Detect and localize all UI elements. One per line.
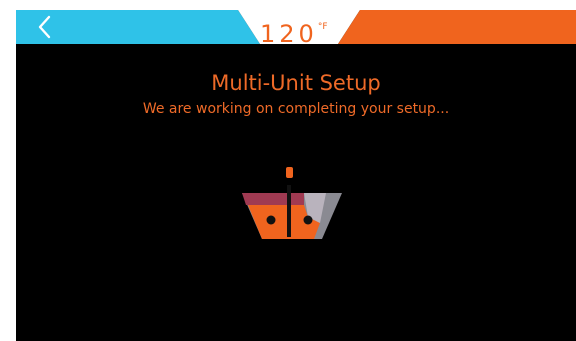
water-heater-tank-icon	[242, 167, 342, 239]
status-graphic	[242, 167, 346, 249]
status-message: We are working on completing your setup.…	[142, 101, 450, 117]
temperature-unit: °F	[317, 22, 328, 32]
device-screen: 120 °F Multi-Unit Setup We are working o…	[16, 10, 576, 341]
top-bar: 120 °F	[16, 10, 576, 48]
page-title: Multi-Unit Setup	[211, 71, 381, 95]
temperature-value: 120	[260, 20, 318, 48]
top-bar-orange-segment	[338, 10, 576, 44]
temperature-display: 120 °F	[260, 20, 328, 54]
back-button[interactable]	[32, 14, 58, 40]
chevron-left-icon	[38, 15, 51, 39]
